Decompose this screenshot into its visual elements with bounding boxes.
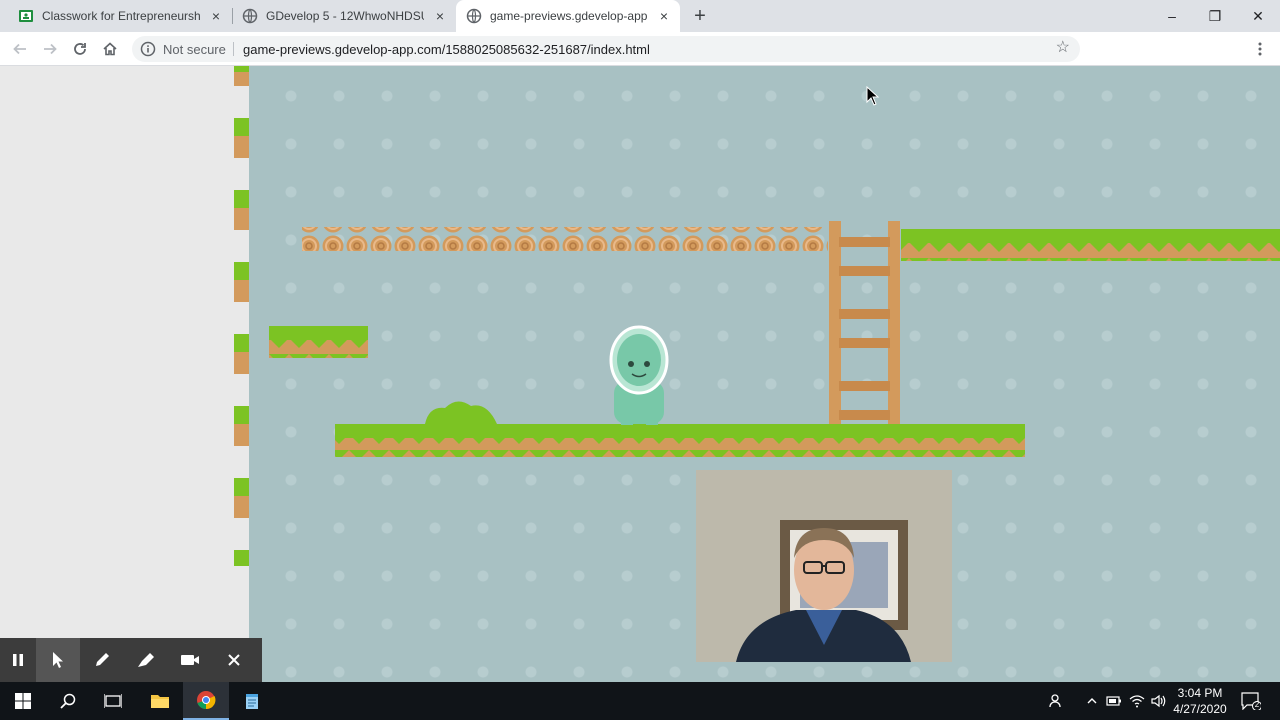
back-arrow-icon bbox=[13, 43, 26, 55]
camera-toggle-button[interactable] bbox=[168, 638, 212, 682]
webcam-overlay bbox=[696, 470, 952, 662]
volume-icon[interactable] bbox=[1150, 692, 1168, 710]
new-tab-button[interactable]: + bbox=[690, 6, 710, 26]
windows-taskbar: 3:04 PM 4/27/2020 2 bbox=[0, 682, 1280, 720]
back-button[interactable] bbox=[8, 37, 32, 61]
pointer-tool-button[interactable] bbox=[36, 638, 80, 682]
platform-main-ground bbox=[335, 424, 1025, 457]
reload-icon bbox=[74, 43, 86, 55]
bush bbox=[425, 401, 497, 424]
task-view-icon bbox=[104, 694, 122, 708]
start-button[interactable] bbox=[0, 682, 46, 720]
security-label: Not secure bbox=[163, 42, 226, 57]
notification-count: 2 bbox=[1254, 700, 1260, 709]
player-character bbox=[609, 325, 669, 425]
show-hidden-icons-icon[interactable] bbox=[1083, 692, 1101, 710]
bookmark-star-icon[interactable]: ☆ bbox=[1056, 40, 1070, 56]
globe-icon bbox=[466, 8, 482, 24]
tab-title: Classwork for Entrepreneurship 1 bbox=[42, 9, 200, 23]
mouse-cursor-icon bbox=[866, 86, 880, 106]
tab-gdevelop[interactable]: GDevelop 5 - 12WhwoNHDSU8J × bbox=[232, 0, 456, 32]
people-icon[interactable] bbox=[1048, 692, 1066, 710]
tab-title: game-previews.gdevelop-app.com bbox=[490, 9, 648, 23]
address-bar[interactable]: Not secure game-previews.gdevelop-app.co… bbox=[132, 36, 1080, 62]
pause-icon bbox=[13, 654, 23, 666]
restore-button[interactable]: ❐ bbox=[1192, 0, 1238, 32]
highlighter-icon bbox=[138, 653, 154, 667]
close-tab-icon[interactable]: × bbox=[432, 8, 448, 24]
webcam-person-image bbox=[696, 470, 952, 662]
wifi-icon[interactable] bbox=[1128, 692, 1146, 710]
tab-classwork[interactable]: Classwork for Entrepreneurship 1 × bbox=[8, 0, 232, 32]
gdevelop-icon bbox=[242, 8, 258, 24]
close-recording-button[interactable] bbox=[212, 638, 256, 682]
kebab-menu-icon bbox=[1258, 42, 1262, 56]
info-icon[interactable] bbox=[140, 41, 156, 57]
forward-button[interactable] bbox=[38, 37, 62, 61]
tab-game-preview[interactable]: game-previews.gdevelop-app.com × bbox=[456, 0, 680, 32]
chrome-taskbar-button[interactable] bbox=[183, 682, 229, 720]
close-tab-icon[interactable]: × bbox=[656, 8, 672, 24]
chrome-menu-button[interactable] bbox=[1248, 37, 1272, 61]
system-clock[interactable]: 3:04 PM 4/27/2020 bbox=[1170, 685, 1230, 717]
notepad-button[interactable] bbox=[229, 682, 275, 720]
pen-icon bbox=[96, 653, 109, 666]
file-explorer-button[interactable] bbox=[137, 682, 183, 720]
url-text[interactable]: game-previews.gdevelop-app.com/158802508… bbox=[243, 42, 650, 57]
omnibox-divider bbox=[233, 42, 234, 56]
close-tab-icon[interactable]: × bbox=[208, 8, 224, 24]
notepad-icon bbox=[246, 694, 258, 709]
log-bridge bbox=[302, 227, 828, 251]
search-button[interactable] bbox=[45, 682, 91, 720]
forward-arrow-icon bbox=[44, 43, 57, 55]
tab-title: GDevelop 5 - 12WhwoNHDSU8J bbox=[266, 9, 424, 23]
tab-strip: Classwork for Entrepreneurship 1 × GDeve… bbox=[0, 0, 1280, 32]
chrome-icon bbox=[197, 691, 216, 710]
close-window-button[interactable]: ✕ bbox=[1235, 0, 1280, 32]
task-view-button[interactable] bbox=[90, 682, 136, 720]
battery-icon[interactable] bbox=[1105, 692, 1123, 710]
clock-time: 3:04 PM bbox=[1177, 686, 1223, 700]
platform-upper-right bbox=[901, 229, 1280, 261]
platform-small-left bbox=[269, 326, 368, 358]
action-center-icon[interactable]: 2 bbox=[1240, 692, 1262, 710]
search-icon bbox=[60, 693, 76, 709]
pen-tool-button[interactable] bbox=[80, 638, 124, 682]
home-icon bbox=[103, 42, 117, 56]
highlighter-tool-button[interactable] bbox=[124, 638, 168, 682]
screen: Classwork for Entrepreneurship 1 × GDeve… bbox=[0, 0, 1280, 720]
windows-start-icon bbox=[15, 693, 31, 709]
google-classroom-icon bbox=[18, 8, 34, 24]
minimize-button[interactable]: – bbox=[1149, 0, 1195, 32]
home-button[interactable] bbox=[98, 37, 122, 61]
close-icon bbox=[228, 654, 240, 666]
pointer-icon bbox=[53, 652, 63, 668]
page-content bbox=[0, 66, 1280, 682]
camera-icon bbox=[181, 655, 199, 665]
annotation-toolbar bbox=[0, 638, 262, 682]
file-explorer-icon bbox=[151, 695, 169, 708]
clock-date: 4/27/2020 bbox=[1173, 702, 1227, 716]
reload-button[interactable] bbox=[68, 37, 92, 61]
pause-button[interactable] bbox=[0, 638, 36, 682]
browser-toolbar: Not secure game-previews.gdevelop-app.co… bbox=[0, 32, 1280, 90]
ladder bbox=[829, 221, 900, 426]
